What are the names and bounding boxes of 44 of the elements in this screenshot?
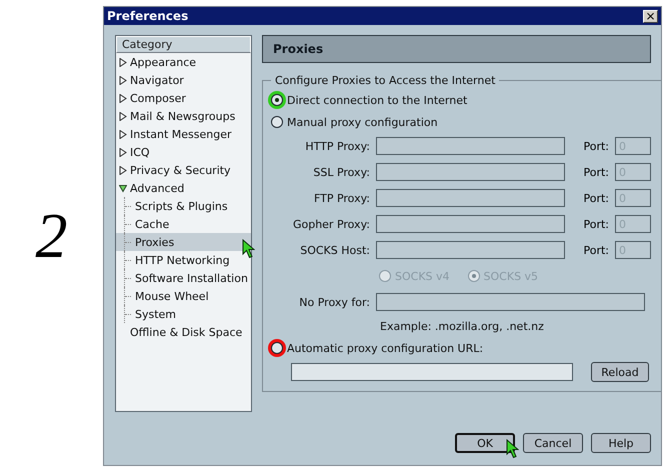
dialog-button[interactable]: OK <box>455 433 515 453</box>
dialog-button[interactable]: Help <box>591 433 651 453</box>
close-button[interactable]: × <box>643 10 658 22</box>
reload-button[interactable]: Reload <box>591 362 649 382</box>
port-label: Port: <box>582 218 609 230</box>
panel-title: Proxies <box>262 35 651 63</box>
category-item[interactable]: Instant Messenger <box>116 125 251 143</box>
step-number: 2 <box>36 199 68 273</box>
radio-button[interactable] <box>271 116 283 128</box>
category-item[interactable]: System <box>116 305 251 323</box>
radio-button[interactable] <box>271 342 283 354</box>
category-item[interactable]: Mouse Wheel <box>116 287 251 305</box>
window-title: Preferences <box>107 9 188 23</box>
proxy-label: HTTP Proxy: <box>304 140 370 152</box>
proxy-label: Gopher Proxy: <box>292 218 370 230</box>
option-label: Automatic proxy configuration URL: <box>287 342 484 354</box>
proxy-label: SSL Proxy: <box>312 166 370 178</box>
category-item[interactable]: Scripts & Plugins <box>116 197 251 215</box>
proxy-label: SOCKS Host: <box>299 244 370 256</box>
port-label: Port: <box>582 140 609 152</box>
category-item[interactable]: Software Installation <box>116 269 251 287</box>
radio-button[interactable] <box>271 94 283 106</box>
port-label: Port: <box>582 192 609 204</box>
expanded-triangle-icon[interactable] <box>119 184 127 192</box>
category-item[interactable]: Offline & Disk Space <box>116 323 251 341</box>
category-item[interactable]: Appearance <box>116 53 251 71</box>
category-item[interactable]: Navigator <box>116 71 251 89</box>
category-item[interactable]: Mail & Newsgroups <box>116 107 251 125</box>
category-item[interactable]: ICQ <box>116 143 251 161</box>
category-header: Category <box>116 36 251 53</box>
category-item[interactable]: Advanced <box>116 179 251 197</box>
category-item[interactable]: Privacy & Security <box>116 161 251 179</box>
proxy-label: No Proxy for: <box>298 296 370 308</box>
dialog-button[interactable]: Cancel <box>523 433 583 453</box>
category-item[interactable]: Composer <box>116 89 251 107</box>
proxy-label: FTP Proxy: <box>312 192 370 204</box>
option-label: Manual proxy configuration <box>287 116 438 128</box>
category-item[interactable]: HTTP Networking <box>116 251 251 269</box>
port-label: Port: <box>582 166 609 178</box>
port-label: Port: <box>582 244 609 256</box>
group-title: Configure Proxies to Access the Internet <box>274 74 496 87</box>
example-hint: Example: .mozilla.org, .net.nz <box>380 320 544 332</box>
option-label: Direct connection to the Internet <box>287 94 468 106</box>
url-field[interactable] <box>291 363 573 381</box>
